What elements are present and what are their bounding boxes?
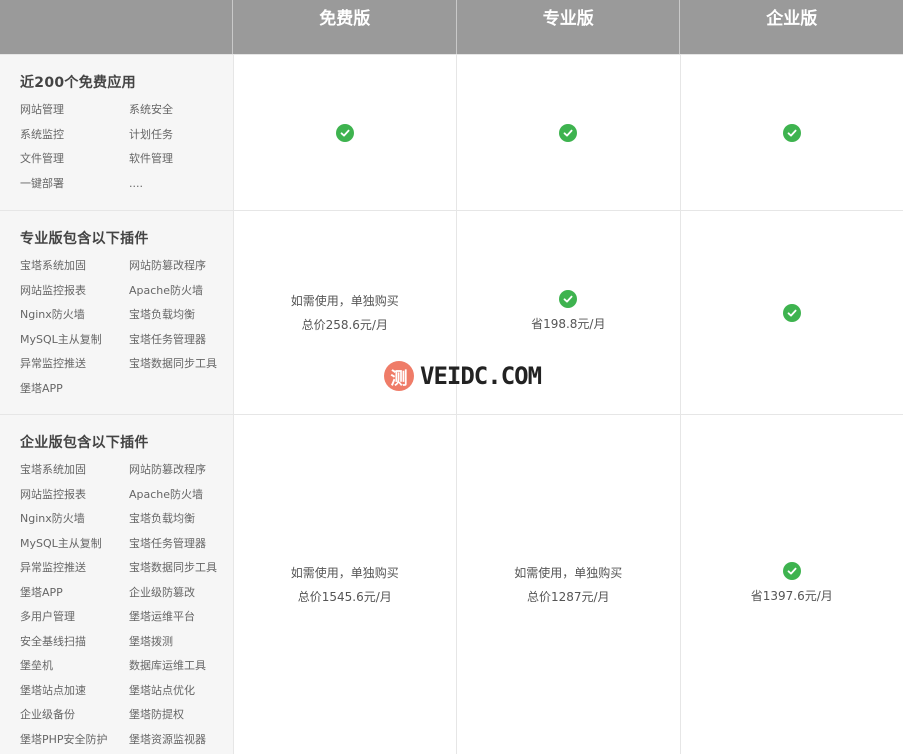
price-note: 如需使用，单独购买 — [291, 561, 399, 585]
comparison-row: 企业版包含以下插件宝塔系统加固网站防篡改程序网站监控报表Apache防火墙Ngi… — [0, 414, 903, 754]
price-note: 总价258.6元/月 — [302, 313, 388, 337]
feature-list: 专业版包含以下插件宝塔系统加固网站防篡改程序网站监控报表Apache防火墙Ngi… — [0, 211, 233, 414]
feature-item: 堡塔拨测 — [129, 634, 229, 659]
feature-item: 文件管理 — [20, 151, 129, 176]
feature-item: 宝塔负载均衡 — [129, 307, 229, 332]
feature-item: 安全基线扫描 — [20, 634, 129, 659]
feature-title: 专业版包含以下插件 — [20, 228, 233, 248]
feature-item: 堡塔APP — [20, 381, 129, 406]
check-icon — [559, 290, 577, 308]
feature-item: 宝塔数据同步工具 — [129, 560, 229, 585]
feature-item: Nginx防火墙 — [20, 511, 129, 536]
feature-item: 宝塔数据同步工具 — [129, 356, 229, 381]
feature-item: 企业级防篡改 — [129, 585, 229, 610]
feature-item: 堡塔站点优化 — [129, 683, 229, 708]
check-icon — [336, 124, 354, 142]
feature-item: 网站管理 — [20, 102, 129, 127]
watermark: 测 VEIDC.COM — [384, 361, 541, 391]
feature-item: 多用户管理 — [20, 609, 129, 634]
feature-item: 系统监控 — [20, 127, 129, 152]
plan-cell-ent — [680, 55, 903, 210]
plan-enterprise-heading: 企业版 — [679, 0, 903, 54]
feature-item: Apache防火墙 — [129, 283, 229, 308]
check-icon — [783, 304, 801, 322]
plan-pro-heading: 专业版 — [456, 0, 680, 54]
price-note: 省198.8元/月 — [531, 312, 605, 336]
feature-item: 宝塔任务管理器 — [129, 536, 229, 561]
feature-item — [129, 381, 229, 406]
check-icon — [783, 124, 801, 142]
watermark-badge: 测 — [384, 361, 414, 391]
feature-item: 网站监控报表 — [20, 487, 129, 512]
feature-item: 计划任务 — [129, 127, 229, 152]
plan-cell-free — [233, 55, 457, 210]
price-note: 省1397.6元/月 — [751, 584, 833, 608]
feature-item: 企业级备份 — [20, 707, 129, 732]
feature-item: 网站防篡改程序 — [129, 258, 229, 283]
plan-free-heading: 免费版 — [232, 0, 456, 54]
feature-item: 异常监控推送 — [20, 560, 129, 585]
watermark-text: VEIDC.COM — [420, 362, 541, 390]
feature-item: 堡垒机 — [20, 658, 129, 683]
feature-list: 近200个免费应用网站管理系统安全系统监控计划任务文件管理软件管理一键部署...… — [0, 55, 233, 210]
price-note: 总价1545.6元/月 — [298, 585, 392, 609]
feature-item: 堡塔APP — [20, 585, 129, 610]
feature-items: 网站管理系统安全系统监控计划任务文件管理软件管理一键部署.... — [20, 102, 233, 200]
feature-item: 网站防篡改程序 — [129, 462, 229, 487]
price-note: 如需使用，单独购买 — [514, 561, 622, 585]
feature-item: 堡塔运维平台 — [129, 609, 229, 634]
plan-cell-pro: 如需使用，单独购买总价1287元/月 — [456, 415, 680, 754]
plan-cell-ent: 省1397.6元/月 — [680, 415, 903, 754]
feature-item: 宝塔系统加固 — [20, 258, 129, 283]
feature-items: 宝塔系统加固网站防篡改程序网站监控报表Apache防火墙Nginx防火墙宝塔负载… — [20, 462, 233, 756]
feature-item: 数据库运维工具 — [129, 658, 229, 683]
feature-item: Nginx防火墙 — [20, 307, 129, 332]
feature-item: 一键部署 — [20, 176, 129, 201]
feature-item: 堡塔资源监视器 — [129, 732, 229, 756]
feature-title: 企业版包含以下插件 — [20, 432, 233, 452]
price-note: 如需使用，单独购买 — [291, 289, 399, 313]
feature-item: 系统安全 — [129, 102, 229, 127]
check-icon — [783, 562, 801, 580]
plan-cell-ent — [680, 211, 903, 414]
feature-item: .... — [129, 176, 229, 201]
feature-item: MySQL主从复制 — [20, 536, 129, 561]
comparison-row: 近200个免费应用网站管理系统安全系统监控计划任务文件管理软件管理一键部署...… — [0, 54, 903, 210]
header-corner — [0, 0, 232, 54]
feature-item: 宝塔负载均衡 — [129, 511, 229, 536]
feature-item: Apache防火墙 — [129, 487, 229, 512]
feature-item: 软件管理 — [129, 151, 229, 176]
feature-title: 近200个免费应用 — [20, 72, 233, 92]
feature-list: 企业版包含以下插件宝塔系统加固网站防篡改程序网站监控报表Apache防火墙Ngi… — [0, 415, 233, 754]
feature-item: 宝塔系统加固 — [20, 462, 129, 487]
feature-item: 网站监控报表 — [20, 283, 129, 308]
check-icon — [559, 124, 577, 142]
plan-header: 免费版 专业版 企业版 — [0, 0, 903, 54]
feature-items: 宝塔系统加固网站防篡改程序网站监控报表Apache防火墙Nginx防火墙宝塔负载… — [20, 258, 233, 405]
feature-item: 宝塔任务管理器 — [129, 332, 229, 357]
feature-item: 堡塔PHP安全防护 — [20, 732, 129, 756]
plan-cell-free: 如需使用，单独购买总价1545.6元/月 — [233, 415, 457, 754]
feature-item: 堡塔站点加速 — [20, 683, 129, 708]
plan-cell-pro — [456, 55, 680, 210]
feature-item: 异常监控推送 — [20, 356, 129, 381]
feature-item: MySQL主从复制 — [20, 332, 129, 357]
feature-item: 堡塔防提权 — [129, 707, 229, 732]
price-note: 总价1287元/月 — [527, 585, 610, 609]
